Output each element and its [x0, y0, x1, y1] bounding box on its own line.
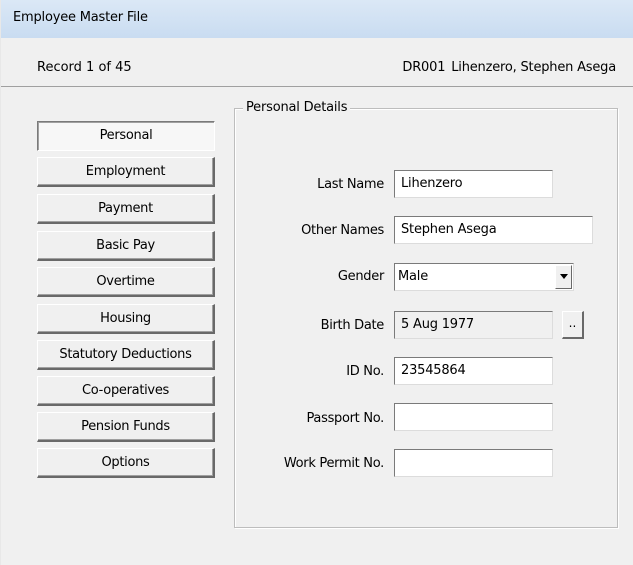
- personal-details-legend: Personal Details: [243, 100, 351, 115]
- record-bar: Record 1 of 45 DR001 Lihenzero, Stephen A…: [1, 40, 633, 87]
- nav-button-payment[interactable]: Payment: [37, 194, 215, 224]
- gender-select[interactable]: Male: [394, 263, 574, 291]
- passport-no-label: Passport No.: [306, 411, 384, 426]
- birth-date-picker-button[interactable]: ..: [562, 311, 584, 339]
- chevron-down-icon[interactable]: [555, 265, 572, 289]
- record-count: Record 1 of 45: [37, 60, 132, 75]
- nav-button-basic-pay[interactable]: Basic Pay: [37, 231, 215, 261]
- nav-button-pension-funds[interactable]: Pension Funds: [37, 412, 215, 442]
- nav-button-statutory-deductions[interactable]: Statutory Deductions: [37, 340, 215, 370]
- work-permit-no-label: Work Permit No.: [283, 456, 384, 471]
- nav-button-housing[interactable]: Housing: [37, 304, 215, 334]
- last-name-field[interactable]: Lihenzero: [394, 170, 553, 198]
- birth-date-field[interactable]: 5 Aug 1977: [394, 311, 553, 339]
- other-names-field[interactable]: Stephen Asega: [394, 216, 593, 244]
- nav-button-overtime[interactable]: Overtime: [37, 267, 215, 297]
- last-name-label: Last Name: [317, 177, 384, 192]
- title-bar: Employee Master File: [1, 0, 633, 38]
- nav-button-options[interactable]: Options: [37, 448, 215, 478]
- id-no-label: ID No.: [346, 364, 384, 379]
- nav-button-co-operatives[interactable]: Co-operatives: [37, 376, 215, 406]
- gender-value: Male: [398, 269, 428, 284]
- employee-master-window: Employee Master File Record 1 of 45 DR00…: [0, 0, 633, 565]
- passport-no-field[interactable]: [394, 403, 553, 431]
- birth-date-label: Birth Date: [320, 318, 385, 333]
- gender-label: Gender: [337, 269, 384, 284]
- id-no-field[interactable]: 23545864: [394, 357, 553, 385]
- nav-button-employment[interactable]: Employment: [37, 157, 215, 187]
- work-permit-no-field[interactable]: [394, 449, 553, 477]
- window-title: Employee Master File: [13, 10, 148, 25]
- other-names-label: Other Names: [301, 223, 384, 238]
- employee-name: Lihenzero, Stephen Asega: [451, 60, 616, 75]
- employee-code: DR001: [402, 60, 446, 75]
- record-employee: DR001 Lihenzero, Stephen Asega: [402, 60, 616, 75]
- nav-button-personal[interactable]: Personal: [37, 121, 215, 151]
